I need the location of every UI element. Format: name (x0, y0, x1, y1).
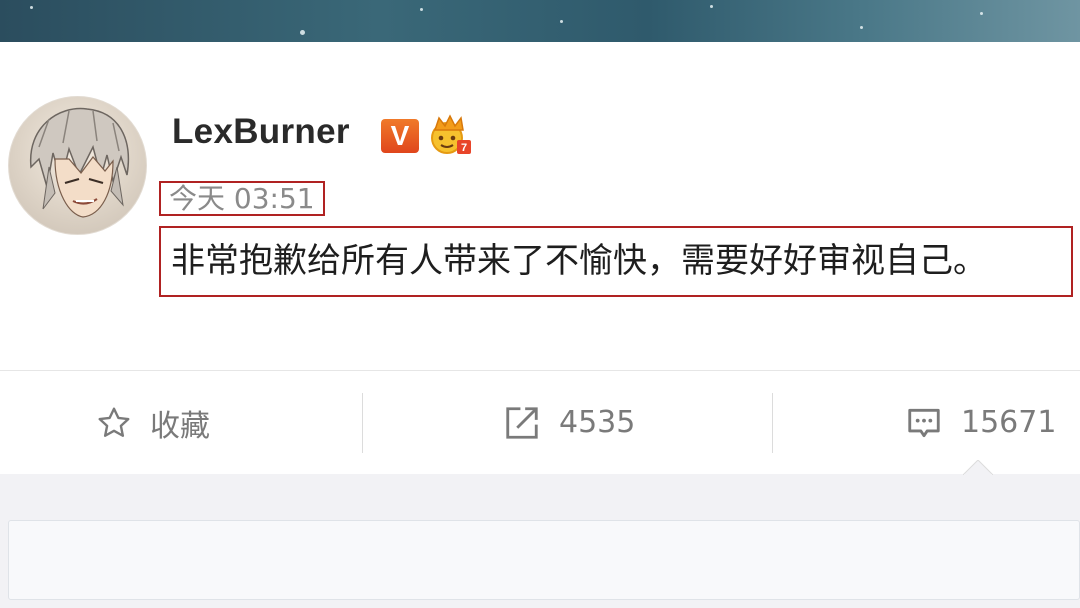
username[interactable]: LexBurner (172, 112, 350, 152)
banner-star (860, 26, 863, 29)
repost-count: 4535 (559, 405, 636, 440)
crown-icon[interactable]: 7 (427, 114, 473, 156)
svg-text:7: 7 (461, 142, 467, 154)
post-timestamp[interactable]: 今天 03:51 (159, 181, 325, 216)
banner-star (420, 8, 423, 11)
avatar[interactable] (8, 96, 147, 235)
profile-banner (0, 0, 1080, 42)
avatar-illustration (30, 107, 129, 218)
repost-button[interactable]: 4535 (503, 371, 635, 474)
comment-icon (908, 408, 940, 437)
share-icon (506, 406, 538, 439)
comment-button[interactable]: 15671 (905, 371, 1056, 474)
banner-star (300, 30, 305, 35)
banner-star (710, 5, 713, 8)
panel-pointer (963, 460, 993, 475)
favorite-label: 收藏 (150, 408, 210, 444)
divider (362, 393, 363, 453)
comment-input[interactable] (8, 520, 1080, 600)
post-content: 非常抱歉给所有人带来了不愉快，需要好好审视自己。 (159, 226, 1073, 297)
post-action-bar: 收藏 4535 15671 (0, 370, 1080, 475)
banner-star (560, 20, 563, 23)
star-icon (98, 407, 130, 437)
banner-star (980, 12, 983, 15)
verified-icon[interactable]: V (381, 119, 419, 153)
favorite-button[interactable]: 收藏 (96, 371, 210, 474)
banner-star (30, 6, 33, 9)
divider (772, 393, 773, 453)
comment-count: 15671 (961, 405, 1057, 440)
